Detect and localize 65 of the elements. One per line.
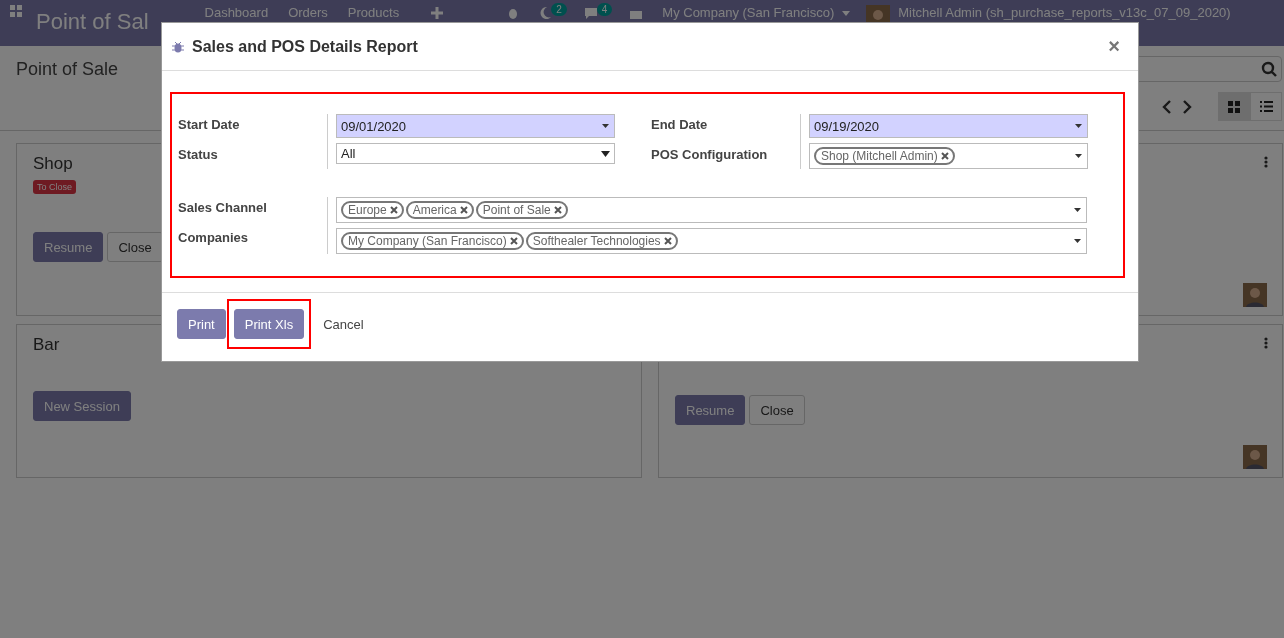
message-count-badge: 4: [596, 3, 613, 16]
card-button[interactable]: Close: [749, 395, 805, 425]
card-title: Bar: [33, 335, 60, 355]
list-icon: [1259, 101, 1273, 112]
tag: Shop (Mitchell Admin): [814, 147, 955, 165]
tag: Point of Sale: [475, 201, 568, 219]
dropdown-caret-icon: [1074, 153, 1083, 159]
dropdown-caret-icon: [1074, 123, 1083, 129]
cancel-link[interactable]: Cancel: [312, 309, 375, 339]
card-button[interactable]: Resume: [675, 395, 746, 425]
select-field[interactable]: All: [336, 143, 615, 164]
field-label: Sales Channel: [178, 200, 268, 216]
kebab-menu-icon[interactable]: [1264, 156, 1268, 168]
dropdown-caret-icon: [1073, 207, 1082, 213]
grid-icon: [1228, 100, 1240, 113]
apps-menu-icon[interactable]: [10, 5, 22, 17]
tag: America: [405, 201, 474, 219]
previous-icon[interactable]: [1162, 99, 1172, 114]
card-button[interactable]: New Session: [33, 391, 131, 421]
kanban-view-button[interactable]: [1218, 92, 1250, 121]
date-field[interactable]: 09/19/2020: [809, 114, 1088, 138]
app-title: Point of Sal: [36, 9, 149, 35]
remove-icon[interactable]: [663, 237, 672, 245]
dropdown-caret-icon: [1073, 238, 1082, 244]
remove-icon[interactable]: [553, 206, 562, 214]
list-view-button[interactable]: [1250, 92, 1282, 121]
search-icon[interactable]: [1261, 61, 1277, 77]
date-field[interactable]: 09/01/2020: [336, 114, 615, 138]
menu-item[interactable]: Orders: [288, 5, 328, 20]
dropdown-caret-icon: [601, 150, 610, 157]
plus-icon[interactable]: [429, 5, 446, 21]
menu-item[interactable]: Products: [347, 5, 400, 20]
field-label: Status: [178, 147, 219, 163]
tag: Europe: [341, 201, 404, 219]
user-menu[interactable]: Mitchell Admin (sh_purchase_reports_v13c_07_09_2020): [898, 5, 1231, 20]
remove-icon[interactable]: [389, 206, 398, 214]
card-button[interactable]: Resume: [33, 232, 104, 262]
remove-icon[interactable]: [459, 206, 468, 214]
card-button[interactable]: Close: [107, 232, 163, 262]
field-label: End Date: [651, 117, 709, 133]
remove-icon[interactable]: [940, 152, 949, 160]
chat-icon[interactable]: [582, 5, 599, 21]
close-button[interactable]: ×: [1102, 34, 1126, 59]
caret-icon[interactable]: [842, 11, 851, 16]
tags-field[interactable]: Europe America Point of Sale: [336, 197, 1087, 223]
field-label: POS Configuration: [651, 147, 769, 163]
tag: Softhealer Technologies: [525, 232, 678, 250]
page-title: Point of Sale: [16, 59, 119, 80]
tags-field[interactable]: Shop (Mitchell Admin): [809, 143, 1088, 169]
dialog-button[interactable]: Print Xls: [233, 309, 305, 339]
menu-item[interactable]: Dashboard: [204, 5, 269, 20]
activity-count-badge: 2: [551, 3, 567, 16]
remove-icon[interactable]: [509, 237, 518, 245]
next-icon[interactable]: [1182, 99, 1192, 114]
card-title: Shop: [33, 154, 73, 174]
field-label: Companies: [178, 230, 250, 246]
field-label: Start Date: [178, 117, 241, 133]
tag: My Company (San Francisco): [341, 232, 524, 250]
status-badge: To Close: [33, 180, 76, 194]
dialog-title: Sales and POS Details Report: [192, 37, 419, 56]
company-switcher[interactable]: My Company (San Francisco): [662, 5, 835, 20]
kebab-menu-icon[interactable]: [1264, 337, 1268, 349]
dropdown-caret-icon: [601, 123, 610, 129]
dialog-button[interactable]: Print: [177, 309, 226, 339]
tags-field[interactable]: My Company (San Francisco) Softhealer Technologies: [336, 228, 1087, 254]
